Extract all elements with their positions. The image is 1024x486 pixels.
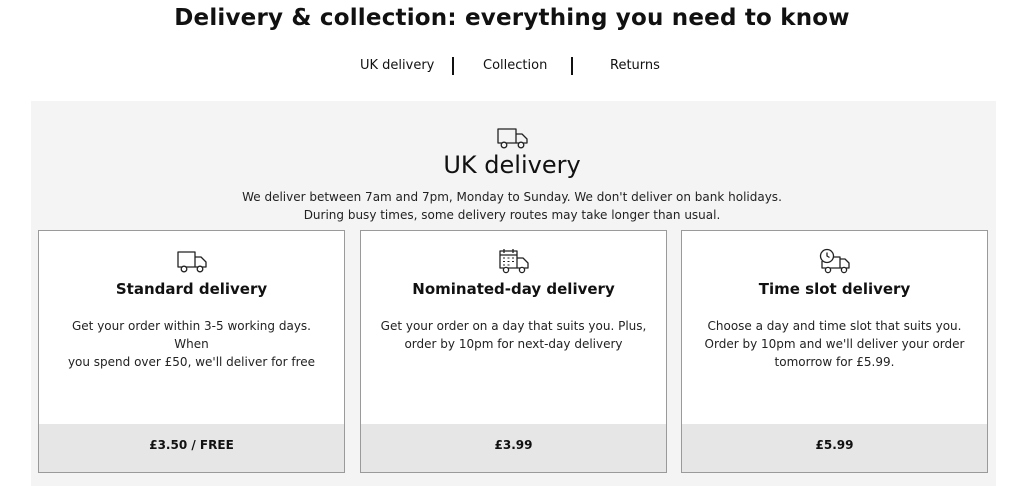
calendar-van-icon [497, 247, 531, 275]
card-description: Choose a day and time slot that suits yo… [698, 317, 971, 371]
section-title: UK delivery [443, 151, 581, 179]
card-title: Time slot delivery [758, 280, 911, 298]
card-price: £5.99 [682, 424, 987, 472]
card-standard-delivery: Standard delivery Get your order within … [38, 230, 345, 473]
subnav-link-collection[interactable]: Collection [483, 56, 547, 76]
subnav-link-returns[interactable]: Returns [610, 56, 660, 76]
card-description: Get your order within 3-5 working days. … [55, 317, 328, 371]
card-price: £3.50 / FREE [39, 424, 344, 472]
card-nominated-day-delivery: Nominated-day delivery Get your order on… [360, 230, 667, 473]
section-description-line: During busy times, some delivery routes … [303, 208, 721, 222]
page-title: Delivery & collection: everything you ne… [174, 5, 850, 31]
subnav-separator [571, 57, 573, 75]
card-description-line: tomorrow for £5.99. [774, 355, 895, 369]
card-description-line: Get your order on a day that suits you. … [380, 319, 647, 333]
delivery-van-icon [175, 247, 209, 275]
card-time-slot-delivery: Time slot delivery Choose a day and time… [681, 230, 988, 473]
section-description: We deliver between 7am and 7pm, Monday t… [0, 188, 1024, 224]
delivery-van-icon [496, 126, 530, 150]
card-description: Get your order on a day that suits you. … [377, 317, 650, 353]
card-title: Nominated-day delivery [412, 280, 615, 298]
subnav-link-uk-delivery[interactable]: UK delivery [360, 56, 434, 76]
section-description-line: We deliver between 7am and 7pm, Monday t… [242, 190, 782, 204]
card-description-line: order by 10pm for next-day delivery [404, 337, 623, 351]
card-price: £3.99 [361, 424, 666, 472]
card-description-line: Get your order within 3-5 working days. … [72, 319, 311, 351]
card-description-line: Choose a day and time slot that suits yo… [707, 319, 962, 333]
subnav-separator [452, 57, 454, 75]
clock-van-icon [818, 247, 852, 275]
subnav: UK delivery Collection Returns [0, 56, 1024, 76]
card-description-line: Order by 10pm and we'll deliver your ord… [704, 337, 965, 351]
card-description-line: you spend over £50, we'll deliver for fr… [67, 355, 316, 369]
card-title: Standard delivery [115, 280, 268, 298]
